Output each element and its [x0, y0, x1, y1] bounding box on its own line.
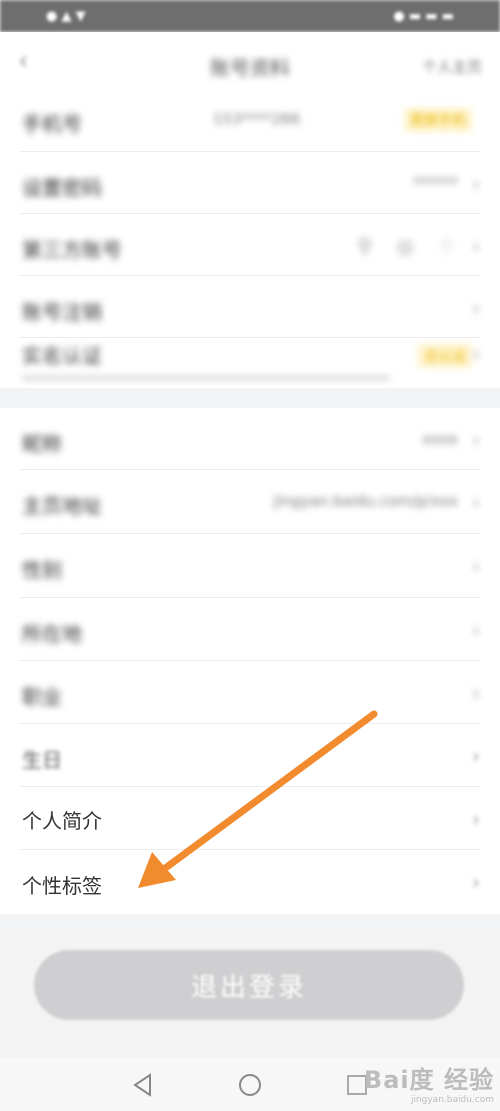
- annotation-arrow-icon: [138, 710, 378, 888]
